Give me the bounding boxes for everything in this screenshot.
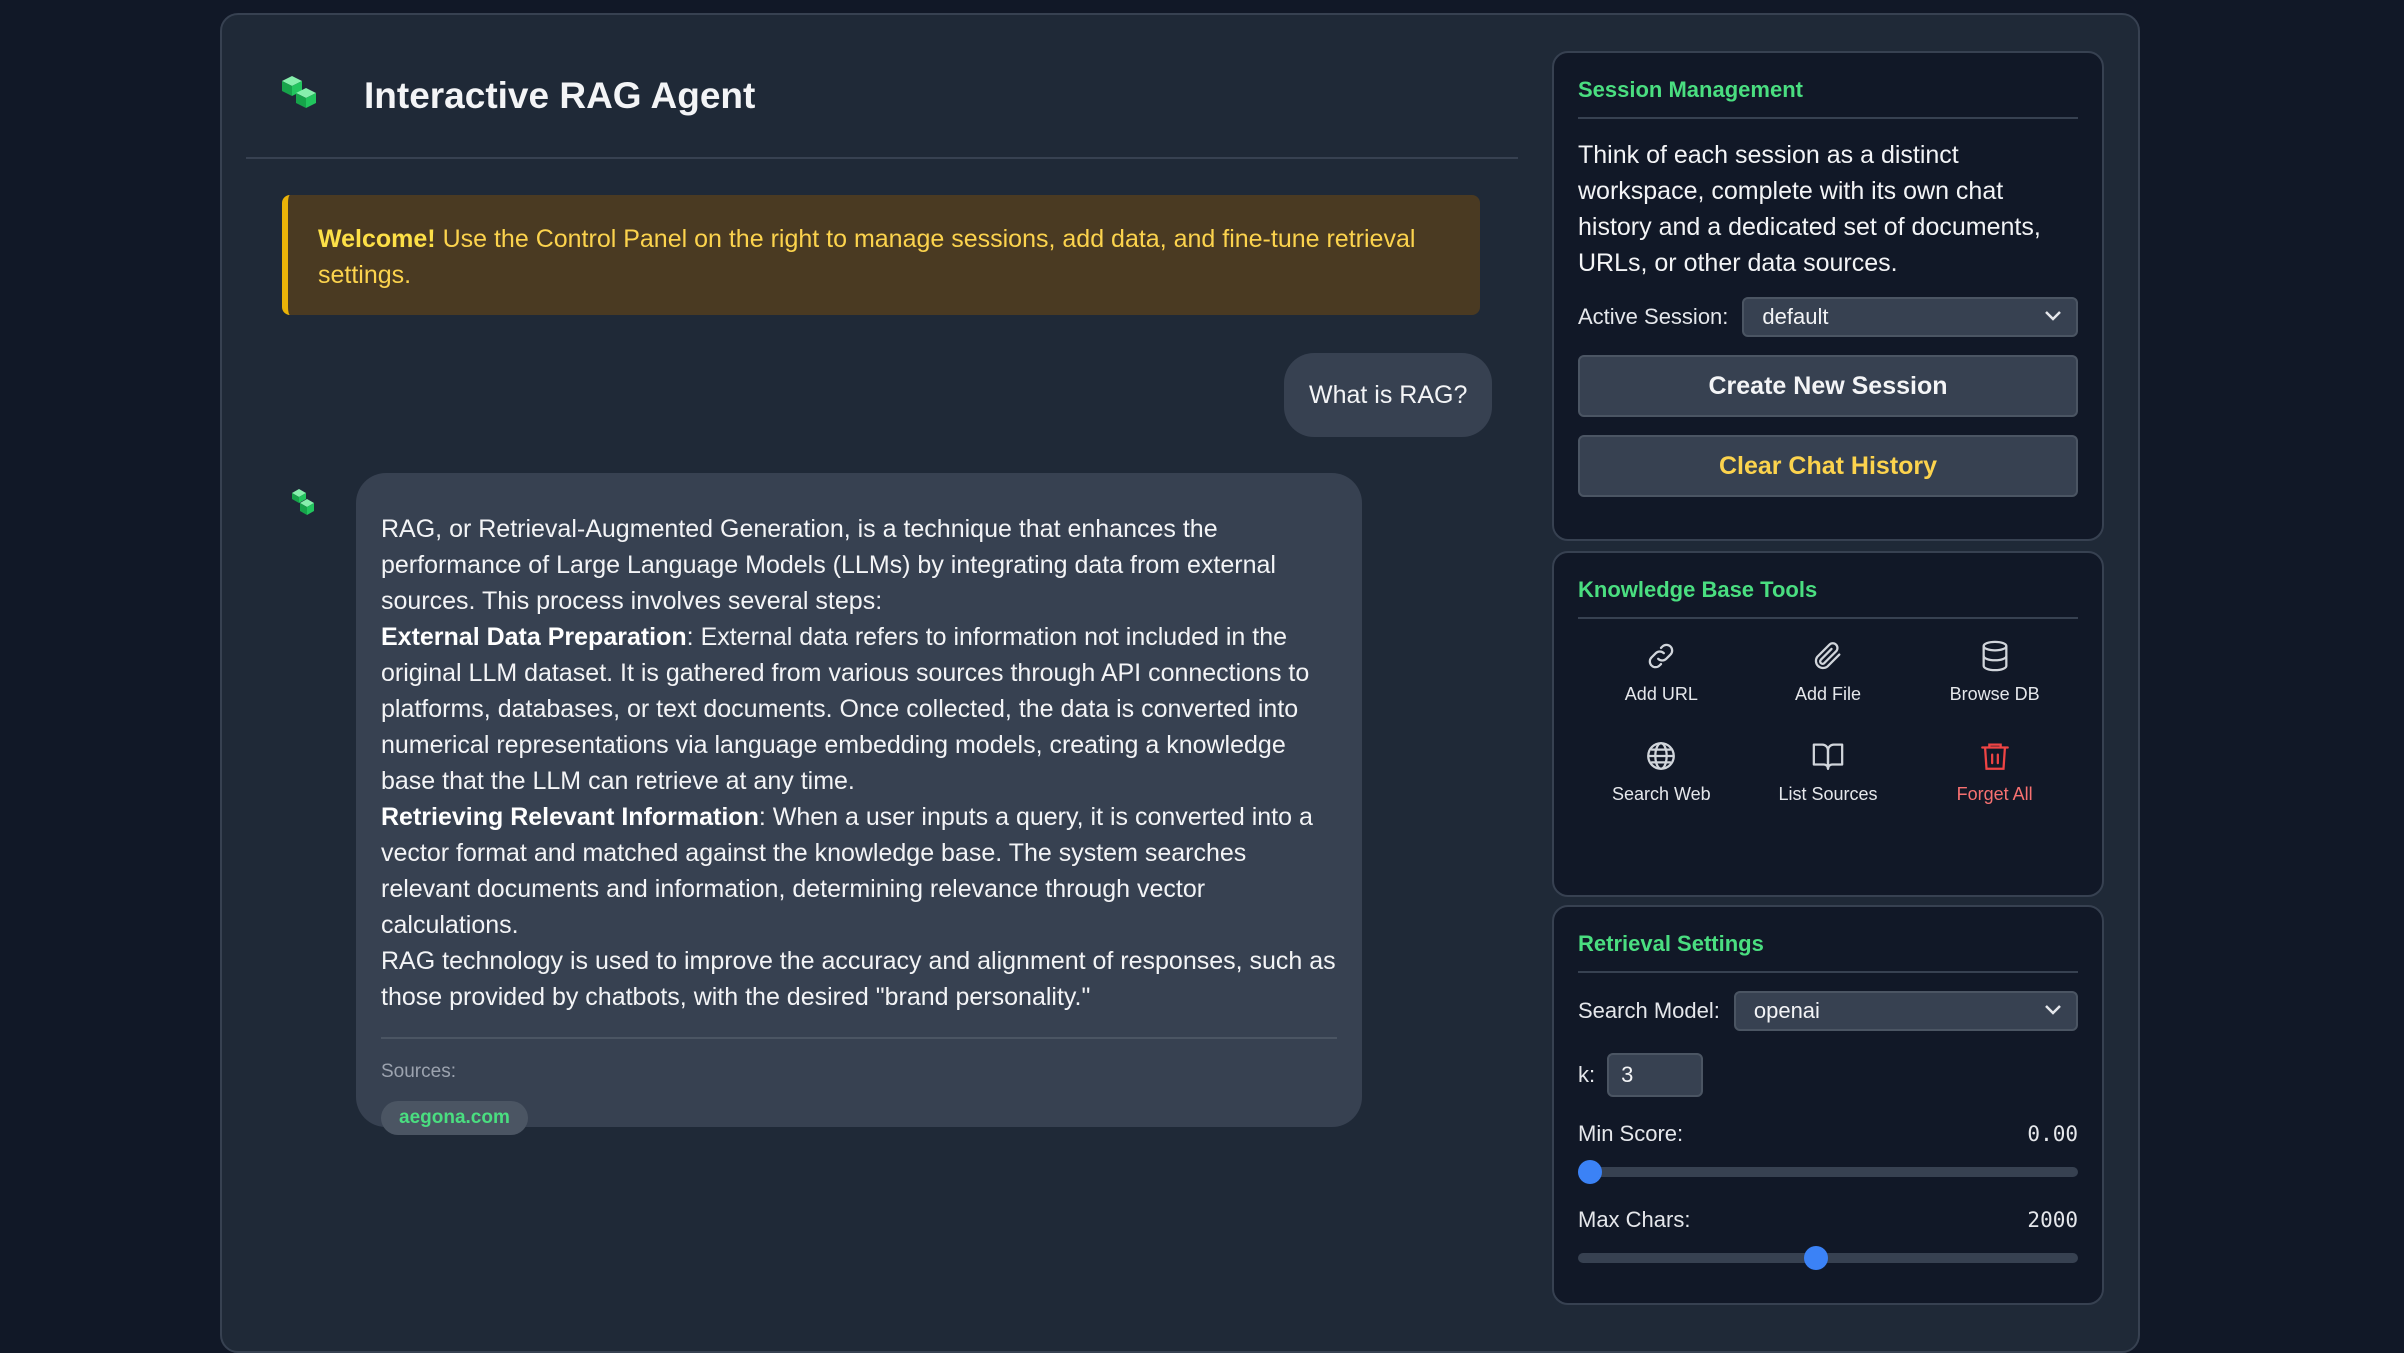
bot-message-text: RAG, or Retrieval-Augmented Generation, …: [381, 511, 1337, 1015]
session-management-panel: Session Management Think of each session…: [1552, 51, 2104, 541]
search-web-button[interactable]: Search Web: [1578, 739, 1745, 805]
bot-message-bubble: RAG, or Retrieval-Augmented Generation, …: [356, 473, 1362, 1135]
browse-db-label: Browse DB: [1949, 684, 2040, 704]
retrieval-panel-title: Retrieval Settings: [1578, 931, 2078, 973]
search-model-row: Search Model: openai: [1578, 991, 2078, 1031]
add-url-label: Add URL: [1624, 684, 1698, 704]
welcome-text: Use the Control Panel on the right to ma…: [318, 225, 1416, 289]
add-file-button[interactable]: Add File: [1745, 639, 1912, 705]
forget-all-label: Forget All: [1956, 784, 2033, 804]
paperclip-icon: [1814, 642, 1841, 670]
database-icon: [1982, 640, 2008, 672]
bot-point-1-title: External Data Preparation: [381, 623, 687, 651]
knowledge-base-panel: Knowledge Base Tools Add URL Add File Br…: [1552, 551, 2104, 897]
k-row: k: 3: [1578, 1053, 2078, 1097]
trash-icon: [1980, 743, 2009, 770]
bot-intro: RAG, or Retrieval-Augmented Generation, …: [381, 515, 1276, 615]
min-score-label: Min Score:: [1578, 1121, 1684, 1146]
max-chars-slider[interactable]: [1578, 1246, 2078, 1270]
chevron-down-icon: [2045, 1005, 2061, 1015]
clear-history-button[interactable]: Clear Chat History: [1578, 435, 2078, 497]
active-session-select[interactable]: default: [1742, 297, 2078, 337]
welcome-bold: Welcome!: [318, 225, 436, 253]
k-input[interactable]: 3: [1607, 1053, 1704, 1097]
bot-point-2-title: Retrieving Relevant Information: [381, 803, 759, 831]
session-panel-title: Session Management: [1578, 77, 2078, 119]
app-title: Interactive RAG Agent: [364, 75, 756, 116]
kb-tools-grid: Add URL Add File Browse DB Search Web Li…: [1578, 639, 2078, 805]
chat-column: Interactive RAG Agent Welcome! Use the C…: [246, 15, 1518, 1335]
list-sources-button[interactable]: List Sources: [1745, 739, 1912, 805]
chevron-down-icon: [2045, 311, 2061, 321]
max-chars-control: Max Chars: 2000: [1578, 1207, 2078, 1270]
retrieval-settings-panel: Retrieval Settings Search Model: openai …: [1552, 905, 2104, 1305]
app-window: Interactive RAG Agent Welcome! Use the C…: [220, 13, 2140, 1353]
source-chip[interactable]: aegona.com: [381, 1101, 528, 1135]
active-session-row: Active Session: default: [1578, 297, 2078, 337]
min-score-slider[interactable]: [1578, 1160, 2078, 1184]
forget-all-button[interactable]: Forget All: [1911, 739, 2078, 805]
add-file-label: Add File: [1794, 684, 1862, 704]
user-message-bubble: What is RAG?: [1284, 353, 1493, 437]
bot-avatar-icon: [292, 489, 314, 515]
add-url-button[interactable]: Add URL: [1578, 639, 1745, 705]
min-score-control: Min Score: 0.00: [1578, 1121, 2078, 1184]
active-session-label: Active Session:: [1578, 304, 1729, 329]
link-icon: [1649, 643, 1674, 669]
search-model-value: openai: [1753, 998, 1820, 1023]
sources-label: Sources:: [381, 1061, 456, 1082]
max-chars-value: 2000: [2027, 1208, 2078, 1232]
globe-icon: [1647, 742, 1676, 770]
cubes-logo-icon: [282, 76, 316, 108]
k-label: k:: [1578, 1062, 1596, 1087]
book-icon: [1812, 743, 1844, 770]
kb-panel-title: Knowledge Base Tools: [1578, 577, 2078, 619]
welcome-banner: Welcome! Use the Control Panel on the ri…: [282, 195, 1480, 315]
search-model-select[interactable]: openai: [1733, 991, 2078, 1031]
search-model-label: Search Model:: [1578, 998, 1720, 1023]
browse-db-button[interactable]: Browse DB: [1911, 639, 2078, 705]
chat-header: Interactive RAG Agent: [246, 15, 1518, 159]
min-score-value: 0.00: [2027, 1122, 2078, 1146]
sources-divider: [381, 1037, 1337, 1039]
max-chars-slider-thumb[interactable]: [1803, 1246, 1828, 1270]
max-chars-label: Max Chars:: [1578, 1207, 1691, 1232]
search-web-label: Search Web: [1611, 784, 1711, 804]
active-session-value: default: [1762, 304, 1829, 329]
list-sources-label: List Sources: [1778, 784, 1878, 804]
bot-point-1: External Data Preparation: External data…: [381, 619, 1337, 799]
session-description: Think of each session as a distinct work…: [1578, 141, 2041, 277]
create-session-button[interactable]: Create New Session: [1578, 355, 2078, 417]
bot-point-2: Retrieving Relevant Information: When a …: [381, 799, 1337, 943]
min-score-slider-thumb[interactable]: [1578, 1160, 1602, 1184]
bot-outro: RAG technology is used to improve the ac…: [381, 947, 1336, 1011]
